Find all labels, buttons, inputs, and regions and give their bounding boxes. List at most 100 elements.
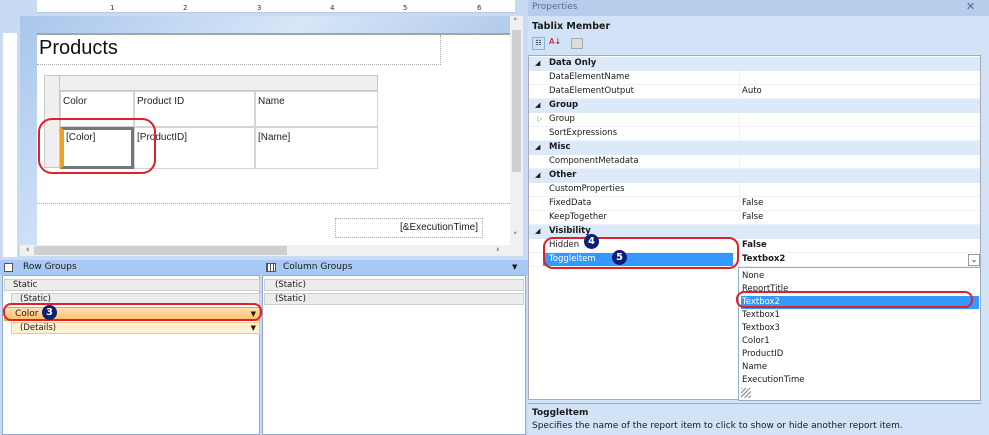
properties-window: Properties ✕ Tablix Member ☷ A↓ ◢ Data On… bbox=[528, 0, 989, 435]
dropdown-option[interactable]: Name bbox=[741, 361, 979, 374]
property-value[interactable]: False bbox=[739, 197, 980, 211]
dropdown-option[interactable]: Textbox3 bbox=[741, 322, 979, 335]
property-name: CustomProperties bbox=[549, 184, 625, 194]
property-value[interactable] bbox=[739, 127, 980, 141]
dropdown-option[interactable]: Color1 bbox=[741, 335, 979, 348]
property-row[interactable]: SortExpressions bbox=[529, 127, 980, 141]
description-title: ToggleItem bbox=[532, 408, 589, 418]
scroll-thumb[interactable] bbox=[512, 30, 521, 172]
dropdown-option[interactable]: None bbox=[741, 270, 979, 283]
resize-grip-icon[interactable] bbox=[741, 388, 751, 398]
property-value[interactable] bbox=[739, 71, 980, 85]
category-label: Misc bbox=[549, 142, 571, 152]
property-grid: ◢ Data Only DataElementName DataElementOutp… bbox=[528, 55, 981, 401]
scroll-down-icon[interactable]: ˅ bbox=[513, 232, 518, 242]
horizontal-scrollbar[interactable]: ‹ › bbox=[20, 245, 523, 256]
dropdown-chevron-icon[interactable]: ⌄ bbox=[968, 254, 980, 266]
property-value[interactable] bbox=[739, 113, 980, 127]
row-groups-title: Row Groups bbox=[23, 262, 77, 272]
property-name: SortExpressions bbox=[549, 128, 617, 138]
highlight-color-cell bbox=[38, 118, 156, 174]
property-value[interactable] bbox=[739, 155, 980, 169]
dropdown-option[interactable]: Textbox1 bbox=[741, 309, 979, 322]
property-row[interactable]: CustomProperties bbox=[529, 183, 980, 197]
property-row[interactable]: DataElementOutput Auto bbox=[529, 85, 980, 99]
report-title: Products bbox=[39, 37, 118, 59]
close-icon[interactable]: ✕ bbox=[966, 0, 975, 13]
category-label: Group bbox=[549, 100, 579, 110]
property-pages-icon[interactable] bbox=[571, 38, 583, 49]
ruler-mark: 1 bbox=[110, 4, 115, 12]
property-row[interactable]: FixedData False bbox=[529, 197, 980, 211]
dropdown-option[interactable]: ExecutionTime bbox=[741, 374, 979, 387]
dropdown-arrow-icon[interactable]: ▼ bbox=[251, 323, 256, 333]
description-text: Specifies the name of the report item to… bbox=[532, 421, 903, 431]
scroll-right-icon[interactable]: › bbox=[496, 245, 500, 255]
row-group-details-label: (Details) bbox=[20, 323, 57, 333]
dropdown-arrow-icon[interactable]: ▼ bbox=[512, 263, 517, 271]
sort-alphabetical-icon[interactable]: A↓ bbox=[549, 37, 561, 46]
properties-titlebar: Properties ✕ bbox=[528, 0, 989, 16]
ruler-mark: 3 bbox=[257, 4, 262, 12]
column-groups-pane: (Static) (Static) bbox=[262, 275, 526, 435]
column-group-static[interactable]: (Static) bbox=[264, 293, 524, 305]
dropdown-option[interactable]: ProductID bbox=[741, 348, 979, 361]
property-category[interactable]: ◢ Other bbox=[529, 169, 980, 183]
property-value[interactable]: Auto bbox=[739, 85, 980, 99]
property-value[interactable] bbox=[739, 183, 980, 197]
property-row[interactable]: KeepTogether False bbox=[529, 211, 980, 225]
horizontal-ruler: 1 2 3 4 5 6 bbox=[37, 0, 515, 13]
collapse-icon[interactable]: ◢ bbox=[535, 141, 540, 154]
properties-title: Properties bbox=[532, 2, 578, 12]
collapse-icon[interactable]: ◢ bbox=[535, 57, 540, 70]
property-category[interactable]: ◢ Data Only bbox=[529, 57, 980, 71]
category-label: Other bbox=[549, 170, 577, 180]
property-name: DataElementName bbox=[549, 72, 630, 82]
property-name: DataElementOutput bbox=[549, 86, 635, 96]
step-badge-5: 5 bbox=[612, 250, 627, 265]
step-badge-4: 4 bbox=[584, 234, 599, 249]
scroll-left-icon[interactable]: ‹ bbox=[26, 245, 30, 255]
property-category[interactable]: ◢ Misc bbox=[529, 141, 980, 155]
grouping-pane-header: Row Groups Column Groups ▼ bbox=[0, 260, 528, 275]
collapse-icon[interactable]: ◢ bbox=[535, 99, 540, 112]
column-groups-title: Column Groups bbox=[283, 262, 353, 272]
header-cell-name[interactable]: Name bbox=[255, 91, 378, 127]
selected-object-name: Tablix Member bbox=[532, 21, 611, 32]
scroll-up-icon[interactable]: ˄ bbox=[513, 18, 518, 28]
property-row[interactable]: ComponentMetadata bbox=[529, 155, 980, 169]
property-category[interactable]: ◢ Group bbox=[529, 99, 980, 113]
collapse-icon[interactable]: ◢ bbox=[535, 169, 540, 182]
row-groups-pane: Static (Static) Color ▼ (Details) ▼ bbox=[2, 275, 260, 435]
collapse-icon[interactable]: ◢ bbox=[535, 225, 540, 238]
column-group-static[interactable]: (Static) bbox=[264, 279, 524, 291]
detail-cell-name[interactable]: [Name] bbox=[255, 127, 378, 169]
step-badge-3: 3 bbox=[42, 305, 57, 320]
categorized-icon[interactable]: ☷ bbox=[532, 37, 545, 50]
category-label: Data Only bbox=[549, 58, 597, 68]
property-name: ComponentMetadata bbox=[549, 156, 639, 166]
description-panel: ToggleItem Specifies the name of the rep… bbox=[528, 403, 981, 435]
property-value[interactable]: Textbox2 bbox=[739, 253, 980, 267]
report-title-textbox[interactable]: Products bbox=[37, 35, 441, 65]
property-name: FixedData bbox=[549, 198, 592, 208]
column-handles[interactable] bbox=[44, 75, 378, 91]
property-value[interactable]: False bbox=[739, 239, 980, 253]
row-group-details[interactable]: (Details) ▼ bbox=[11, 322, 260, 334]
vertical-ruler bbox=[3, 33, 17, 257]
toggle-item-dropdown-list[interactable]: None ReportTitle Textbox2 Textbox1 Textbox3 C… bbox=[738, 267, 981, 401]
expand-icon[interactable]: ▷ bbox=[537, 113, 542, 126]
ruler-mark: 2 bbox=[183, 4, 188, 12]
property-value[interactable]: False bbox=[739, 211, 980, 225]
scroll-thumb[interactable] bbox=[34, 246, 287, 255]
category-label: Visibility bbox=[549, 226, 591, 236]
ruler-mark: 6 bbox=[477, 4, 482, 12]
row-group-static[interactable]: Static bbox=[4, 279, 260, 291]
property-row[interactable]: DataElementName bbox=[529, 71, 980, 85]
property-row[interactable]: ▷ Group bbox=[529, 113, 980, 127]
execution-time-textbox[interactable]: [&ExecutionTime] bbox=[335, 218, 483, 238]
highlight-visibility-props bbox=[543, 237, 739, 269]
highlight-textbox2-option bbox=[736, 291, 973, 308]
vertical-scrollbar[interactable]: ˄ ˅ bbox=[510, 16, 523, 245]
ruler-mark: 4 bbox=[330, 4, 335, 12]
